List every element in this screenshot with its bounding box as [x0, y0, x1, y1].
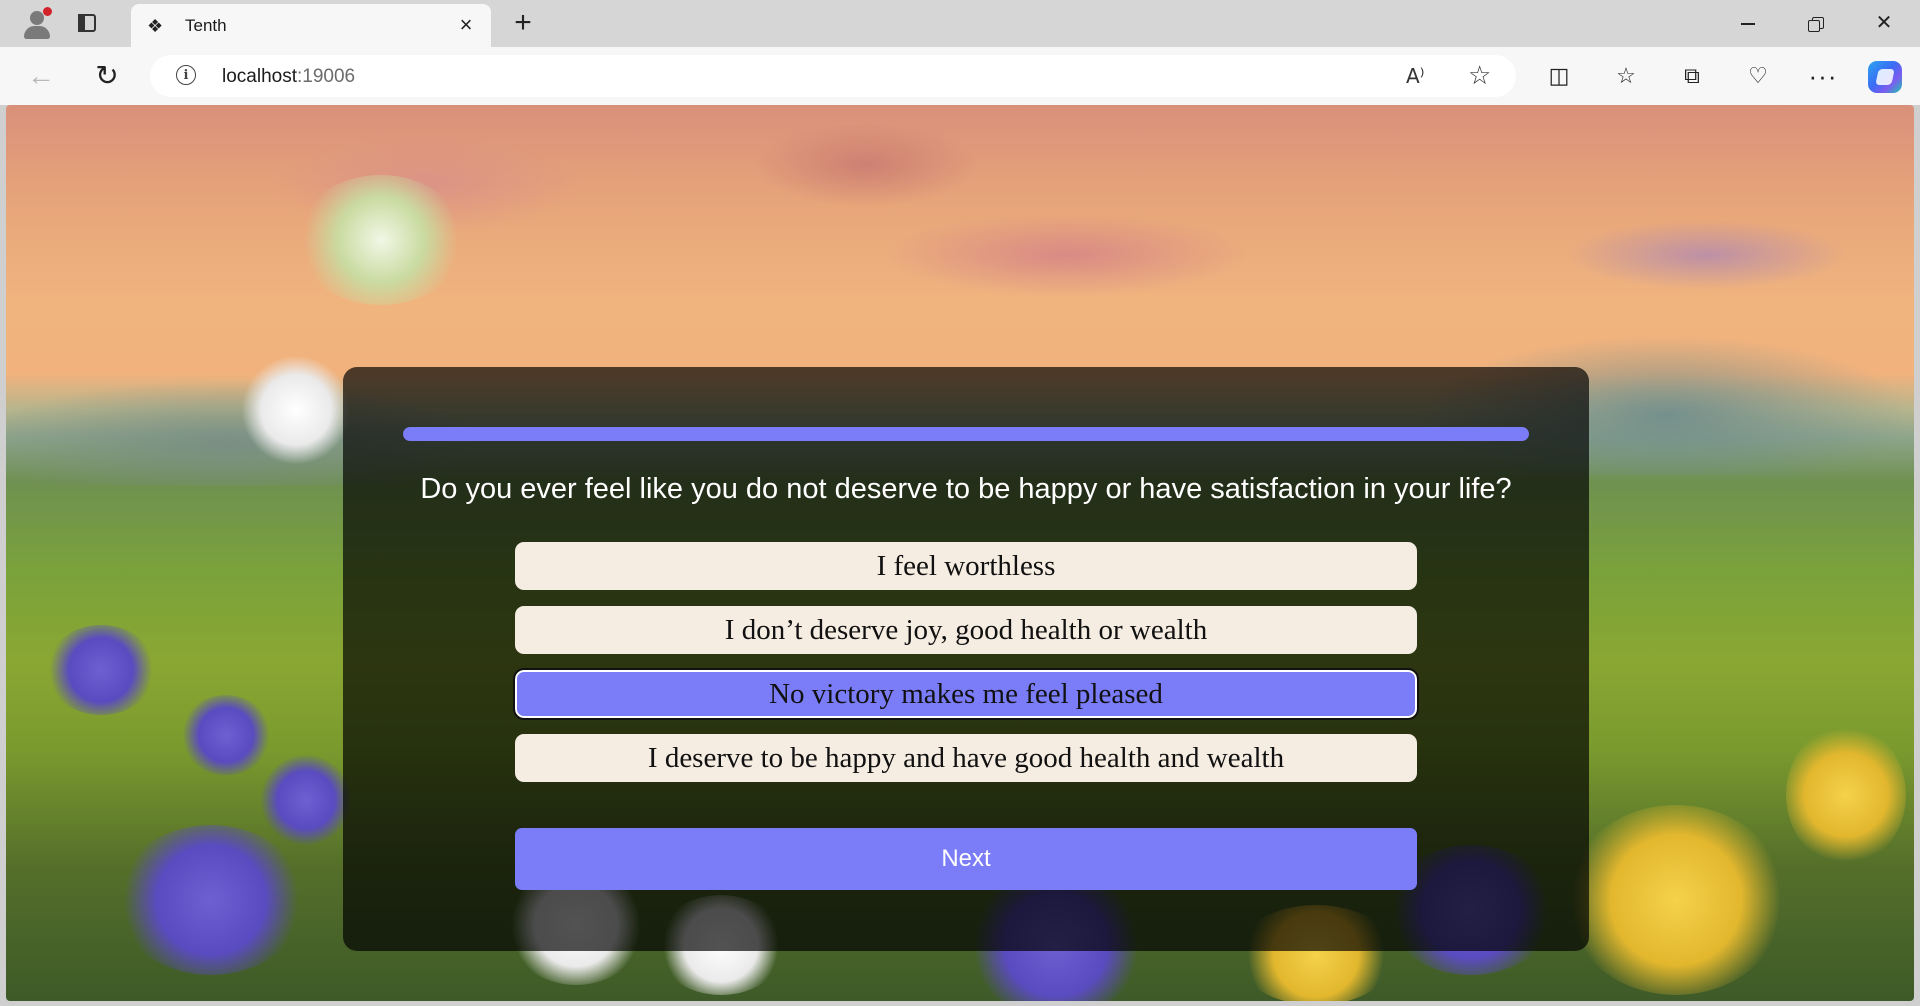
address-bar[interactable]: i localhost:19006 A⁾ ☆: [150, 55, 1516, 97]
answer-option[interactable]: I feel worthless: [515, 542, 1417, 590]
restore-button[interactable]: [1796, 8, 1836, 38]
background-flower: [46, 625, 156, 715]
copilot-icon[interactable]: [1868, 61, 1902, 93]
next-button[interactable]: Next: [515, 828, 1417, 890]
favorites-icon[interactable]: ☆: [1611, 61, 1641, 91]
back-arrow-icon[interactable]: ←: [26, 61, 56, 91]
profile-icon[interactable]: [20, 6, 54, 40]
read-aloud-icon[interactable]: A⁾: [1406, 64, 1425, 88]
new-tab-button[interactable]: +: [508, 8, 538, 38]
question-text: Do you ever feel like you do not deserve…: [420, 473, 1512, 505]
star-icon[interactable]: ☆: [1468, 60, 1491, 91]
heart-pulse-icon[interactable]: ♡: [1743, 61, 1773, 91]
more-icon[interactable]: ···: [1808, 61, 1838, 91]
close-window-button[interactable]: ✕: [1864, 8, 1904, 38]
answer-option[interactable]: I deserve to be happy and have good heal…: [515, 734, 1417, 782]
browser-tab[interactable]: ❖ Tenth ×: [131, 4, 491, 47]
tab-title: Tenth: [185, 16, 227, 35]
background-flower: [241, 355, 351, 465]
url-port: :19006: [297, 66, 356, 87]
background-flower: [261, 755, 351, 845]
url-text[interactable]: localhost:19006: [222, 66, 355, 88]
background-flower: [1566, 805, 1786, 995]
background-flower: [296, 175, 466, 305]
tab-actions-icon[interactable]: [76, 12, 98, 34]
background-flower: [116, 825, 306, 975]
answer-option[interactable]: I don’t deserve joy, good health or weal…: [515, 606, 1417, 654]
url-host: localhost: [222, 66, 297, 87]
collections-icon[interactable]: ⧉: [1677, 61, 1707, 91]
info-icon[interactable]: i: [176, 65, 196, 85]
progress-bar: [403, 427, 1529, 441]
page-viewport: Do you ever feel like you do not deserve…: [6, 105, 1914, 1001]
progress-fill: [403, 427, 1529, 441]
background-flower: [181, 695, 271, 775]
answer-option[interactable]: No victory makes me feel pleased: [513, 668, 1419, 720]
background-flower: [1786, 725, 1906, 865]
browser-title-bar: ❖ Tenth × + ✕: [0, 0, 1920, 47]
split-screen-icon[interactable]: ◫: [1544, 61, 1574, 91]
minimize-button[interactable]: [1728, 8, 1768, 38]
reload-icon[interactable]: ↻: [92, 61, 122, 91]
close-icon[interactable]: ×: [455, 14, 477, 36]
puzzle-icon: ❖: [147, 16, 164, 36]
quiz-card: Do you ever feel like you do not deserve…: [343, 367, 1589, 951]
